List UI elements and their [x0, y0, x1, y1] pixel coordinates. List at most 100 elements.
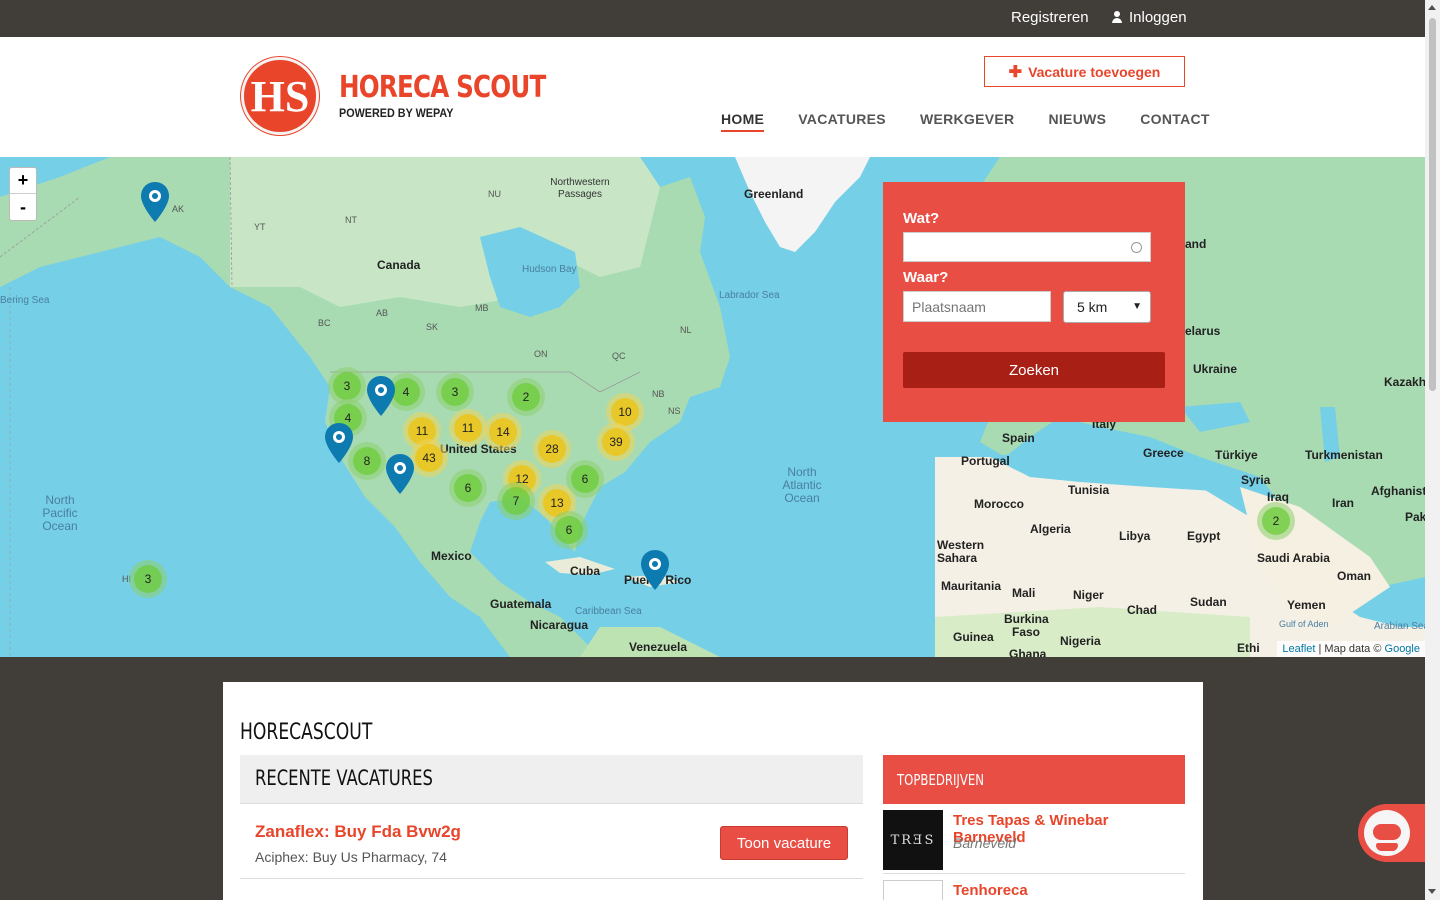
map-label: Niger	[1073, 588, 1104, 602]
map-label: Mali	[1012, 586, 1036, 600]
map-cluster[interactable]: 43	[410, 439, 448, 477]
map-cluster[interactable]: 3	[129, 560, 167, 598]
map-label: Western Sahara	[937, 538, 985, 565]
scrollbar[interactable]	[1425, 0, 1440, 900]
map-label: Ukraine	[1193, 362, 1238, 376]
map-label: Saudi Arabia	[1257, 551, 1330, 565]
waar-input[interactable]	[903, 291, 1051, 322]
map-label: Afghanista	[1371, 484, 1425, 498]
nav-home[interactable]: HOME	[721, 111, 765, 132]
company-name[interactable]: Tenhoreca	[953, 882, 1028, 899]
search-panel: Wat? Waar? 5 km ▼ Zoeken	[883, 182, 1185, 422]
map-cluster[interactable]: 14	[484, 413, 522, 451]
map-label: NS	[668, 406, 681, 416]
site-header: HS HORECA SCOUT POWERED BY WEPAY ✚ Vacat…	[0, 37, 1425, 157]
company-city: Barneveld	[953, 835, 1017, 851]
logo-subtitle: POWERED BY WEPAY	[339, 106, 454, 120]
main-nav: HOME VACATURES WERKGEVER NIEUWS CONTACT	[721, 111, 1210, 132]
logo-title[interactable]: HORECA SCOUT	[339, 70, 546, 105]
map-label: MB	[475, 303, 489, 313]
map-label: Greenland	[744, 187, 804, 201]
job-title[interactable]: Zanaflex: Buy Fda Bvw2g	[255, 822, 461, 842]
nav-vacatures[interactable]: VACATURES	[798, 111, 886, 132]
map-pin-icon[interactable]	[640, 550, 670, 590]
map-label: Morocco	[974, 497, 1025, 511]
map-label: North Atlantic Ocean	[782, 465, 822, 505]
wat-label: Wat?	[903, 210, 940, 227]
company-logo[interactable]: TRƎS	[883, 810, 943, 870]
map-label: Guinea	[953, 630, 994, 644]
chat-widget[interactable]	[1358, 804, 1425, 862]
wat-input[interactable]	[903, 232, 1151, 262]
map-label: NT	[345, 215, 357, 225]
login-link[interactable]: Inloggen	[1111, 9, 1187, 26]
chatbot-icon	[1364, 810, 1410, 856]
map-pin-icon[interactable]	[140, 182, 170, 222]
map-label: SK	[426, 322, 439, 332]
nav-werkgever[interactable]: WERKGEVER	[920, 111, 1015, 132]
map-label: Labrador Sea	[719, 290, 780, 301]
map-cluster[interactable]: 7	[497, 482, 535, 520]
map-pin-icon[interactable]	[324, 423, 354, 463]
map-cluster[interactable]: 3	[436, 373, 474, 411]
logo-mark[interactable]: HS	[241, 57, 319, 135]
map-label: Turkmenistan	[1305, 448, 1383, 462]
scroll-up-icon[interactable]	[1428, 5, 1436, 10]
map-pin-icon[interactable]	[366, 376, 396, 416]
main-content: HORECASCOUT RECENTE VACATURES Zanaflex: …	[223, 682, 1203, 900]
map-label: Tunisia	[1068, 483, 1110, 497]
zoom-in-button[interactable]: +	[10, 168, 36, 194]
map-cluster[interactable]: 6	[449, 469, 487, 507]
leaflet-link[interactable]: Leaflet	[1282, 643, 1315, 655]
page-title: HORECASCOUT	[240, 720, 373, 745]
map-cluster[interactable]: 6	[550, 511, 588, 549]
zoom-out-button[interactable]: -	[10, 194, 36, 220]
map-label: NU	[488, 189, 501, 199]
map-cluster[interactable]: 28	[533, 430, 571, 468]
map-label: Oman	[1337, 569, 1372, 583]
map-cluster[interactable]: 2	[507, 378, 545, 416]
attribution-text: | Map data ©	[1318, 643, 1382, 655]
map-label: Spain	[1002, 431, 1035, 445]
waar-label: Waar?	[903, 269, 949, 286]
list-item: TEN Tenhoreca	[883, 874, 1185, 900]
scroll-down-icon[interactable]	[1428, 889, 1436, 894]
show-vacancy-button[interactable]: Toon vacature	[720, 826, 848, 860]
map-base-layer	[0, 157, 1425, 657]
map-label: and	[1185, 237, 1207, 251]
map-label: Mexico	[431, 549, 472, 563]
map-label: Kazakh	[1384, 375, 1425, 389]
map-label: Caribbean Sea	[575, 606, 642, 617]
top-bar: Registreren Inloggen	[0, 0, 1425, 37]
map-label: Ghana	[1009, 647, 1047, 657]
radius-value: 5 km	[1077, 299, 1108, 315]
map-cluster[interactable]: 2	[1257, 502, 1295, 540]
search-button[interactable]: Zoeken	[903, 352, 1165, 388]
google-link[interactable]: Google	[1385, 643, 1420, 655]
map-cluster[interactable]: 39	[597, 423, 635, 461]
company-logo[interactable]: TEN	[883, 880, 943, 900]
map-label: BC	[318, 318, 331, 328]
map-label: Syria	[1241, 473, 1271, 487]
nav-contact[interactable]: CONTACT	[1140, 111, 1210, 132]
zoom-control: + -	[9, 167, 37, 221]
scroll-thumb[interactable]	[1429, 18, 1436, 391]
map-label: Mauritania	[941, 579, 1002, 593]
user-icon	[1111, 11, 1123, 24]
map-label: Sudan	[1190, 595, 1227, 609]
add-vacancy-button[interactable]: ✚ Vacature toevoegen	[984, 56, 1185, 87]
map-label: Iran	[1332, 496, 1355, 510]
map-cluster[interactable]: 11	[449, 409, 487, 447]
map-label: Nigeria	[1060, 634, 1101, 648]
register-link[interactable]: Registreren	[1011, 9, 1089, 26]
map-label: AK	[172, 204, 185, 214]
radius-select[interactable]: 5 km ▼	[1063, 291, 1151, 323]
map-label: Chad	[1127, 603, 1157, 617]
map-label: Egypt	[1187, 529, 1221, 543]
map-attribution: Leaflet | Map data © Google	[1277, 641, 1425, 657]
map-pin-icon[interactable]	[385, 454, 415, 494]
vacancy-map[interactable]: + - Greenland Northwestern Passages NU N…	[0, 157, 1425, 657]
nav-nieuws[interactable]: NIEUWS	[1048, 111, 1106, 132]
map-label: QC	[612, 351, 626, 361]
top-heading: TOPBEDRIJVEN	[883, 755, 1185, 804]
